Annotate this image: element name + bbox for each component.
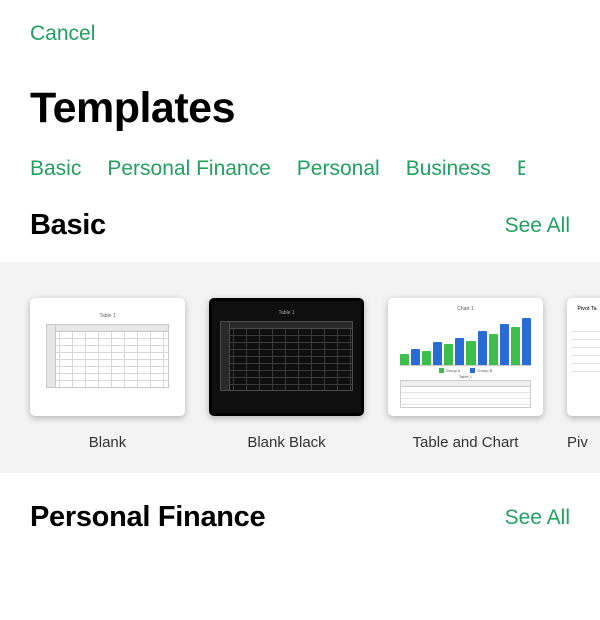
template-pivot-partial[interactable]: Pivot Ta Piv (567, 298, 600, 451)
template-blank-black-label: Blank Black (209, 434, 364, 451)
section-basic-title: Basic (30, 209, 106, 242)
template-blank-label: Blank (30, 434, 185, 451)
cancel-button[interactable]: Cancel (30, 22, 95, 46)
template-table-and-chart-thumbnail: Chart 1 Group A Group B Table 1 (388, 298, 543, 416)
template-blank[interactable]: Table 1 Blank (30, 298, 185, 451)
template-pivot-thumbnail: Pivot Ta (567, 298, 600, 416)
see-all-basic[interactable]: See All (505, 214, 570, 238)
tab-basic[interactable]: Basic (30, 157, 81, 181)
basic-templates-row: Table 1 Blank Table 1 Blank Black Chart … (0, 262, 600, 473)
template-blank-black[interactable]: Table 1 Blank Black (209, 298, 364, 451)
tab-personal[interactable]: Personal (297, 157, 380, 181)
section-personal-finance-title: Personal Finance (30, 501, 265, 534)
tab-personal-finance[interactable]: Personal Finance (107, 157, 270, 181)
tab-business[interactable]: Business (406, 157, 491, 181)
tab-more[interactable]: E (517, 157, 525, 181)
page-title: Templates (30, 84, 570, 133)
section-personal-finance: Personal Finance See All (0, 473, 600, 534)
template-table-and-chart-label: Table and Chart (388, 434, 543, 451)
template-blank-black-thumbnail: Table 1 (209, 298, 364, 416)
see-all-personal-finance[interactable]: See All (505, 506, 570, 530)
section-basic: Basic See All Table 1 Blank Table 1 (0, 209, 600, 473)
template-pivot-label: Piv (567, 434, 600, 451)
template-table-and-chart[interactable]: Chart 1 Group A Group B Table 1 (388, 298, 543, 451)
category-tabs: Basic Personal Finance Personal Business… (30, 157, 570, 181)
template-blank-thumbnail: Table 1 (30, 298, 185, 416)
